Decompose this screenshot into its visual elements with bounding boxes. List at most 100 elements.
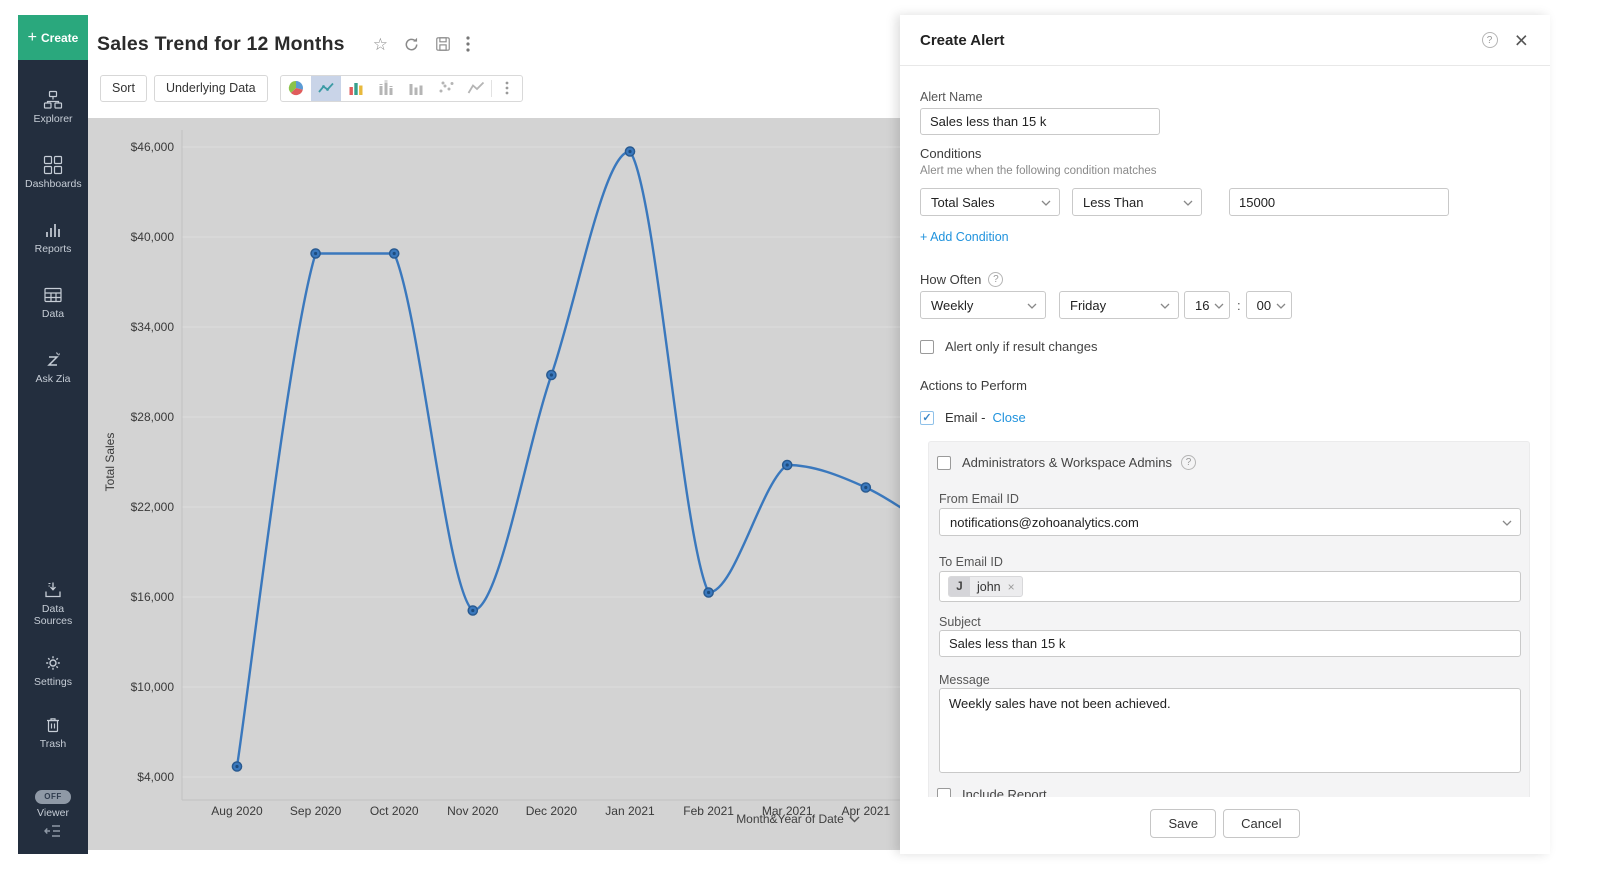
sidebar-item-label: Reports bbox=[35, 243, 72, 255]
admins-checkbox[interactable] bbox=[937, 456, 951, 470]
include-report-checkbox[interactable] bbox=[937, 788, 951, 798]
sidebar-item-label: Dashboards bbox=[25, 178, 81, 190]
result-changes-checkbox[interactable] bbox=[920, 340, 934, 354]
bar-chart-alt-icon[interactable] bbox=[401, 76, 431, 101]
chart-more-icon[interactable] bbox=[492, 76, 522, 101]
sidebar-item-label: Data bbox=[42, 308, 64, 320]
to-email-input[interactable]: J john × bbox=[939, 571, 1521, 602]
condition-field-select[interactable]: Total Sales bbox=[920, 188, 1060, 216]
sidebar-item-explorer[interactable]: Explorer bbox=[18, 90, 88, 125]
cancel-button[interactable]: Cancel bbox=[1223, 809, 1299, 838]
svg-text:Oct 2020: Oct 2020 bbox=[370, 804, 419, 818]
data-sources-icon bbox=[43, 580, 63, 600]
help-icon[interactable]: ? bbox=[1482, 32, 1498, 48]
chevron-down-icon bbox=[1276, 303, 1286, 309]
panel-footer: Save Cancel bbox=[900, 797, 1550, 854]
favorite-star-icon[interactable]: ☆ bbox=[373, 36, 388, 53]
reports-icon bbox=[43, 220, 63, 240]
condition-value-input[interactable] bbox=[1229, 188, 1449, 216]
stacked-bar-chart-icon[interactable] bbox=[371, 76, 401, 101]
sidebar-item-label: Ask Zia bbox=[35, 373, 70, 385]
alert-name-input[interactable] bbox=[920, 108, 1160, 135]
chevron-down-icon bbox=[1183, 200, 1193, 206]
from-email-select[interactable]: notifications@zohoanalytics.com bbox=[939, 508, 1521, 536]
sidebar-item-viewer[interactable]: OFF Viewer bbox=[18, 790, 88, 819]
chevron-down-icon bbox=[1502, 520, 1512, 526]
create-button-label: Create bbox=[41, 31, 78, 45]
email-checkbox[interactable]: ✓ bbox=[920, 411, 934, 425]
svg-text:$16,000: $16,000 bbox=[131, 590, 175, 604]
email-action-row: ✓ Email - Close bbox=[920, 410, 1026, 425]
message-label: Message bbox=[939, 673, 990, 687]
sidebar-item-ask-zia[interactable]: Ask Zia bbox=[18, 350, 88, 385]
panel-header: Create Alert ? × bbox=[900, 15, 1550, 66]
sidebar-item-data-sources[interactable]: Data Sources bbox=[18, 580, 88, 627]
day-select[interactable]: Friday bbox=[1059, 291, 1179, 319]
sort-button[interactable]: Sort bbox=[100, 75, 147, 102]
sidebar-item-data[interactable]: Data bbox=[18, 285, 88, 320]
area-chart-icon[interactable] bbox=[461, 76, 491, 101]
chart-type-switcher bbox=[280, 75, 523, 102]
save-button[interactable]: Save bbox=[1150, 809, 1216, 838]
sidebar: + Create Explorer Dashboards bbox=[18, 15, 88, 854]
underlying-data-button[interactable]: Underlying Data bbox=[154, 75, 268, 102]
chevron-down-icon bbox=[1041, 200, 1051, 206]
gear-icon bbox=[43, 653, 63, 673]
sidebar-item-settings[interactable]: Settings bbox=[18, 653, 88, 688]
close-icon[interactable]: × bbox=[1515, 29, 1528, 52]
sidebar-item-trash[interactable]: Trash bbox=[18, 715, 88, 750]
report-header: Sales Trend for 12 Months ☆ bbox=[88, 15, 900, 73]
admins-label: Administrators & Workspace Admins bbox=[962, 455, 1172, 470]
panel-body: Alert Name Conditions Alert me when the … bbox=[900, 66, 1550, 797]
sidebar-item-reports[interactable]: Reports bbox=[18, 220, 88, 255]
actions-label: Actions to Perform bbox=[920, 378, 1027, 393]
include-report-label: Include Report bbox=[962, 787, 1047, 797]
help-icon[interactable]: ? bbox=[988, 272, 1003, 287]
condition-operator-select[interactable]: Less Than bbox=[1072, 188, 1202, 216]
svg-text:$10,000: $10,000 bbox=[131, 680, 175, 694]
chart-toolbar: Sort Underlying Data bbox=[88, 73, 900, 103]
frequency-select[interactable]: Weekly bbox=[920, 291, 1046, 319]
sidebar-item-label: Trash bbox=[40, 738, 66, 750]
schedule-row: Weekly Friday 16 : 00 bbox=[920, 291, 1292, 319]
hour-select[interactable]: 16 bbox=[1184, 291, 1230, 319]
svg-text:Nov 2020: Nov 2020 bbox=[447, 804, 499, 818]
message-textarea[interactable]: Weekly sales have not been achieved. bbox=[939, 688, 1521, 773]
recipient-chip: J john × bbox=[948, 576, 1023, 597]
collapse-sidebar-icon[interactable] bbox=[43, 823, 63, 844]
screen: + Create Explorer Dashboards bbox=[0, 0, 1600, 882]
condition-row: Total Sales Less Than bbox=[920, 188, 1449, 216]
bar-chart-icon[interactable] bbox=[341, 76, 371, 101]
dashboards-icon bbox=[43, 155, 63, 175]
help-icon[interactable]: ? bbox=[1181, 455, 1196, 470]
plus-icon: + bbox=[28, 30, 37, 46]
data-table-icon bbox=[43, 285, 63, 305]
email-label: Email - bbox=[945, 410, 985, 425]
chevron-down-icon bbox=[849, 816, 860, 823]
svg-text:$4,000: $4,000 bbox=[137, 770, 174, 784]
alert-name-label: Alert Name bbox=[920, 90, 983, 104]
avatar: J bbox=[949, 576, 970, 597]
how-often-label: How Often ? bbox=[920, 272, 1003, 287]
sales-trend-line-chart[interactable]: $46,000$40,000$34,000$28,000$22,000$16,0… bbox=[88, 118, 900, 850]
viewer-toggle[interactable]: OFF bbox=[35, 790, 71, 804]
save-icon[interactable] bbox=[435, 36, 451, 52]
line-chart-icon[interactable] bbox=[311, 76, 341, 101]
refresh-icon[interactable] bbox=[403, 36, 420, 53]
scatter-chart-icon[interactable] bbox=[431, 76, 461, 101]
sidebar-item-dashboards[interactable]: Dashboards bbox=[18, 155, 88, 190]
minute-select[interactable]: 00 bbox=[1246, 291, 1292, 319]
chevron-down-icon bbox=[1027, 303, 1037, 309]
from-email-label: From Email ID bbox=[939, 492, 1019, 506]
svg-text:$34,000: $34,000 bbox=[131, 320, 175, 334]
more-options-icon[interactable] bbox=[466, 36, 470, 52]
create-button[interactable]: + Create bbox=[18, 15, 88, 60]
time-separator: : bbox=[1237, 298, 1241, 313]
chart-area[interactable]: $46,000$40,000$34,000$28,000$22,000$16,0… bbox=[88, 118, 900, 850]
pie-chart-icon[interactable] bbox=[281, 76, 311, 101]
email-close-link[interactable]: Close bbox=[992, 410, 1025, 425]
conditions-label: Conditions bbox=[920, 146, 981, 161]
subject-input[interactable] bbox=[939, 630, 1521, 657]
add-condition-link[interactable]: + Add Condition bbox=[920, 230, 1009, 244]
remove-recipient-icon[interactable]: × bbox=[1008, 580, 1022, 594]
